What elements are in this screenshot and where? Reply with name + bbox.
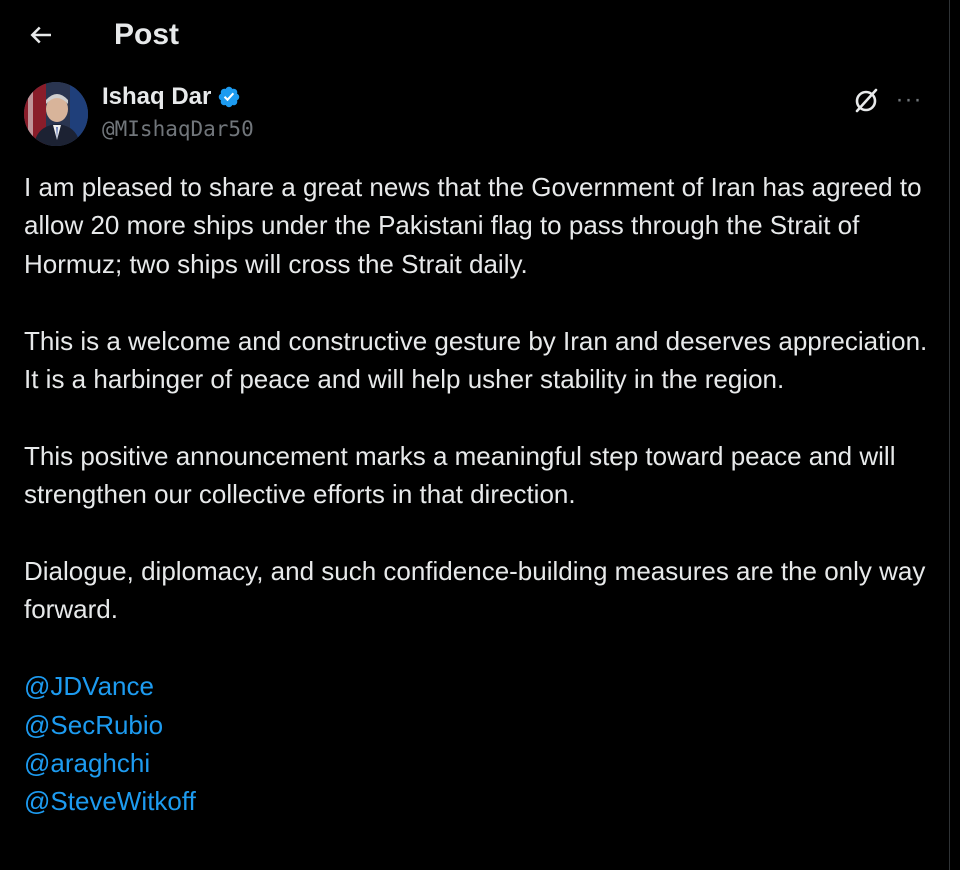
mention-link-secrubio[interactable]: @SecRubio <box>24 706 930 744</box>
arrow-left-icon <box>30 26 51 44</box>
mention-link-stevewitkoff[interactable]: @SteveWitkoff <box>24 782 930 820</box>
grok-button[interactable] <box>850 84 882 116</box>
author-row: Ishaq Dar @MIshaqDar50 ··· <box>24 80 924 146</box>
column-border <box>949 0 950 870</box>
back-button[interactable] <box>24 18 58 52</box>
display-name-line: Ishaq Dar <box>102 80 254 114</box>
more-button[interactable]: ··· <box>894 84 924 116</box>
post-paragraph: Dialogue, diplomacy, and such confidence… <box>24 556 926 625</box>
verified-badge-icon[interactable] <box>217 85 241 109</box>
author-names: Ishaq Dar @MIshaqDar50 <box>102 80 254 144</box>
page-title: Post <box>114 18 180 51</box>
post-body: I am pleased to share a great news that … <box>24 168 930 821</box>
post-paragraph: This positive announcement marks a meani… <box>24 440 896 510</box>
mentions-list: @JDVance @SecRubio @araghchi @SteveWitko… <box>24 667 930 821</box>
display-name[interactable]: Ishaq Dar <box>102 83 211 111</box>
handle[interactable]: @MIshaqDar50 <box>102 114 254 144</box>
avatar[interactable] <box>24 82 88 146</box>
avatar-image <box>24 82 88 146</box>
grok-icon <box>855 88 878 113</box>
mention-link-araghchi[interactable]: @araghchi <box>24 744 930 782</box>
mention-link-jdvance[interactable]: @JDVance <box>24 667 930 705</box>
post-paragraph: I am pleased to share a great news that … <box>24 172 922 279</box>
more-horizontal-icon: ··· <box>895 86 923 113</box>
post-header: Post <box>0 0 940 72</box>
post-paragraph: This is a welcome and constructive gestu… <box>24 325 928 395</box>
